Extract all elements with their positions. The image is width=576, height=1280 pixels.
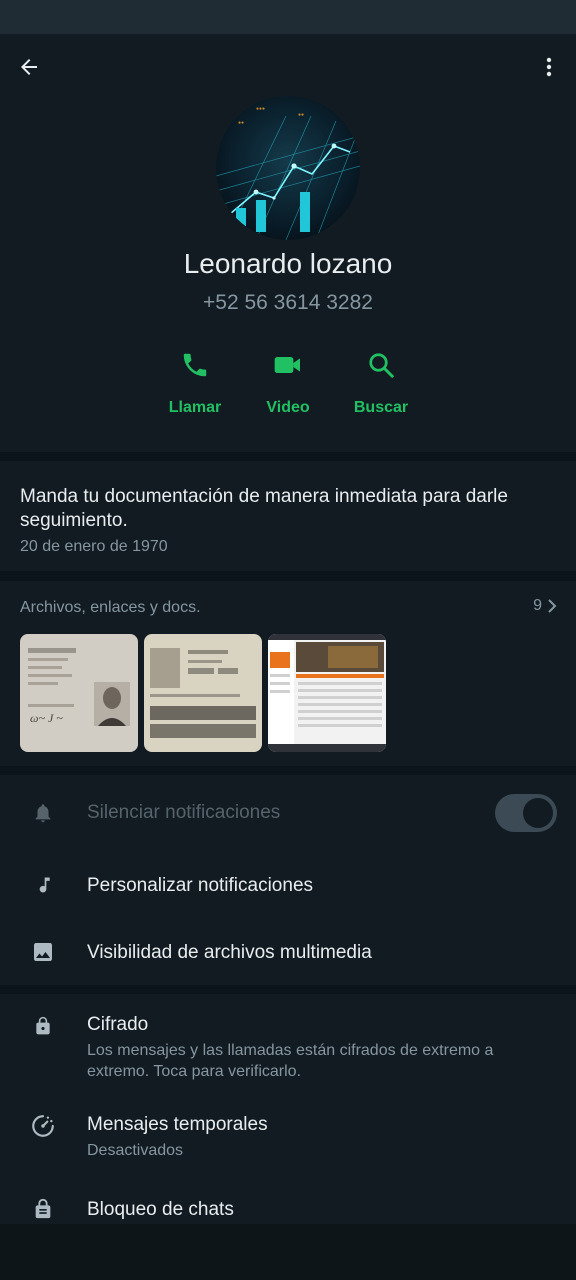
- call-label: Llamar: [168, 399, 222, 416]
- svg-text:●●: ●●: [238, 120, 244, 126]
- media-visibility-row-icon: [30, 939, 56, 965]
- chat-lock-icon: [35, 1198, 51, 1219]
- disappearing-messages-status: Desactivados: [87, 1142, 184, 1159]
- search-label: Buscar: [353, 399, 409, 416]
- about-text: Manda tu documentación de manera inmedia…: [20, 486, 508, 531]
- back-arrow-icon: [21, 59, 37, 75]
- media-thumbnail-id-back[interactable]: [144, 634, 262, 752]
- more-vert-icon: [546, 57, 552, 77]
- chat-lock-row-icon: [30, 1196, 56, 1222]
- mute-row-icon: [30, 800, 56, 826]
- media-count-link[interactable]: 9: [533, 597, 558, 615]
- status-bar: [0, 0, 576, 34]
- disappearing-messages-item[interactable]: Mensajes temporales: [87, 1114, 268, 1136]
- contact-phone: +52 56 3614 3282: [203, 291, 373, 314]
- webpage-screenshot-image: [268, 634, 386, 752]
- svg-text:ω~ J ~: ω~ J ~: [30, 711, 63, 725]
- video-camera-icon: [274, 357, 300, 373]
- document-image: ω~ J ~: [20, 634, 138, 752]
- toggle-knob: [523, 798, 553, 828]
- encryption-description: Los mensajes y las llamadas están cifrad…: [87, 1042, 494, 1080]
- back-button[interactable]: [9, 47, 49, 87]
- video-label: Video: [266, 399, 310, 416]
- disappearing-row-icon: [30, 1113, 56, 1139]
- encryption-row-icon: [30, 1013, 56, 1039]
- avatar-image: ●●●●●●●: [216, 96, 360, 240]
- timer-icon: [32, 1115, 54, 1137]
- avatar[interactable]: ●●● ●● ●●: [216, 96, 360, 240]
- chat-lock-item[interactable]: Bloqueo de chats: [87, 1199, 234, 1221]
- media-thumbnail-screenshot[interactable]: [268, 634, 386, 752]
- svg-text:●●: ●●: [298, 112, 304, 118]
- contact-name: Leonardo lozano: [183, 248, 393, 279]
- search-icon: [369, 353, 394, 378]
- music-note-icon: [39, 877, 50, 893]
- media-title[interactable]: Archivos, enlaces y docs.: [20, 599, 201, 617]
- chevron-right-icon: [548, 599, 557, 613]
- about-date: 20 de enero de 1970: [20, 538, 168, 555]
- search-button[interactable]: Buscar: [336, 345, 426, 417]
- media-visibility-item[interactable]: Visibilidad de archivos multimedia: [87, 942, 372, 964]
- system-navigation-bar: [0, 1224, 576, 1280]
- video-button[interactable]: Video: [243, 345, 333, 417]
- custom-notifications-row-icon: [30, 872, 56, 898]
- lock-icon: [36, 1016, 50, 1035]
- custom-notifications-item[interactable]: Personalizar notificaciones: [87, 875, 313, 897]
- encryption-item[interactable]: Cifrado: [87, 1014, 148, 1036]
- bell-icon: [35, 804, 51, 823]
- call-button[interactable]: Llamar: [150, 345, 240, 417]
- media-count: 9: [533, 597, 542, 614]
- document-image: [144, 634, 262, 752]
- image-icon: [34, 943, 52, 961]
- more-options-button[interactable]: [529, 47, 569, 87]
- phone-icon: [183, 353, 207, 377]
- mute-notifications-toggle[interactable]: [495, 794, 557, 832]
- svg-text:●●●: ●●●: [256, 106, 265, 112]
- media-thumbnail-id-front[interactable]: ω~ J ~: [20, 634, 138, 752]
- mute-notifications-label: Silenciar notificaciones: [87, 802, 281, 823]
